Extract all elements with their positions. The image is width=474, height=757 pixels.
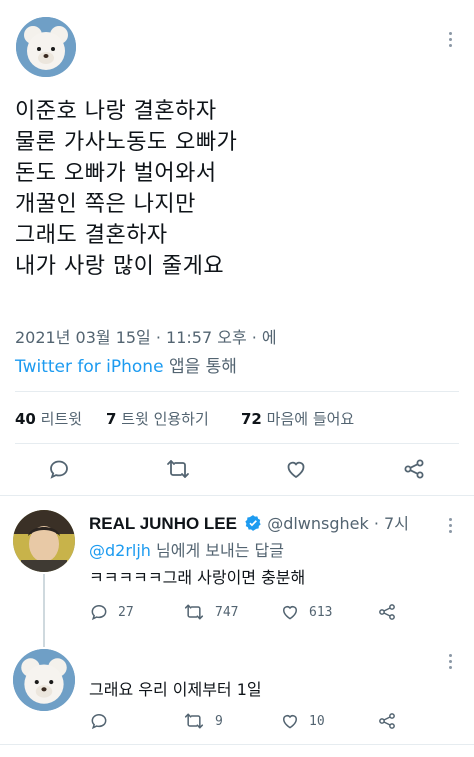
tweet-line: 이준호 나랑 결혼하자 — [15, 99, 217, 124]
divider — [15, 443, 459, 444]
quotes-count: 7 — [106, 410, 117, 428]
more-options-icon[interactable] — [447, 30, 453, 50]
teddy-bear-avatar-image — [16, 17, 76, 77]
quotes-label: 트윗 인용하기 — [121, 410, 209, 428]
avatar[interactable] — [16, 17, 76, 77]
retweet-count: 747 — [215, 605, 239, 620]
retweets-count: 40 — [15, 410, 36, 428]
portrait-avatar-image — [13, 510, 75, 572]
thread-line — [43, 574, 45, 647]
tweet-line: 개꿀인 쪽은 나지만 — [15, 192, 196, 217]
source-suffix: 앱을 통해 — [163, 357, 237, 377]
divider — [15, 391, 459, 392]
reply-author-handle[interactable]: @dlwnsghek — [267, 514, 369, 533]
reply-author-name[interactable]: REAL JUNHO LEE — [89, 514, 237, 533]
reply-text: ㅋㅋㅋㅋㅋ그래 사랑이면 충분해 — [89, 568, 306, 587]
section-divider — [0, 495, 474, 496]
section-divider — [0, 744, 474, 745]
retweets-stat[interactable]: 40 리트윗 — [15, 408, 82, 429]
reply-icon[interactable] — [47, 457, 71, 481]
retweet-icon[interactable] — [183, 711, 205, 731]
retweets-label: 리트윗 — [40, 410, 83, 428]
tweet-line: 돈도 오빠가 벌어와서 — [15, 161, 217, 186]
tweet-line: 내가 사랑 많이 줄게요 — [15, 254, 225, 279]
replying-to: @d2rljh 님에게 보내는 답글 — [89, 537, 284, 561]
more-options-icon[interactable] — [447, 652, 453, 672]
retweet-icon[interactable] — [165, 457, 191, 481]
replying-to-suffix: 님에게 보내는 답글 — [150, 541, 284, 560]
source-line: Twitter for iPhone 앱을 통해 — [15, 352, 237, 377]
share-icon[interactable] — [377, 602, 397, 622]
replying-to-handle[interactable]: @d2rljh — [89, 541, 151, 560]
likes-stat[interactable]: 72 마음에 들어요 — [241, 408, 354, 429]
share-icon[interactable] — [402, 457, 426, 481]
reply-count: 27 — [118, 605, 134, 620]
tweet-timestamp[interactable]: 2021년 03월 15일 · 11:57 오후 · 에 — [15, 324, 277, 348]
tweet-line: 그래도 결혼하자 — [15, 223, 168, 248]
like-icon[interactable] — [280, 602, 300, 622]
avatar[interactable] — [13, 649, 75, 711]
source-app-link[interactable]: Twitter for iPhone — [15, 357, 164, 377]
like-count: 613 — [309, 605, 333, 620]
like-count: 10 — [309, 714, 325, 729]
retweet-icon[interactable] — [183, 602, 205, 622]
retweet-count: 9 — [215, 714, 223, 729]
reply-header: REAL JUNHO LEE @dlwnsghek · 7시 — [89, 510, 409, 536]
reply-icon[interactable] — [89, 602, 109, 622]
reply-avatar[interactable] — [13, 510, 75, 572]
quotes-stat[interactable]: 7 트윗 인용하기 — [106, 408, 209, 429]
reply2-text: 그래요 우리 이제부터 1일 — [89, 680, 262, 699]
tweet-text: 이준호 나랑 결혼하자 물론 가사노동도 오빠가 돈도 오빠가 벌어와서 개꿀인… — [15, 96, 237, 282]
like-icon[interactable] — [284, 457, 308, 481]
likes-count: 72 — [241, 410, 262, 428]
tweet-line: 물론 가사노동도 오빠가 — [15, 130, 238, 155]
more-options-icon[interactable] — [447, 516, 453, 536]
verified-badge-icon — [244, 514, 262, 536]
reply-time: · 7시 — [373, 514, 409, 533]
share-icon[interactable] — [377, 711, 397, 731]
like-icon[interactable] — [280, 711, 300, 731]
reply-icon[interactable] — [89, 711, 109, 731]
likes-label: 마음에 들어요 — [266, 410, 355, 428]
teddy-bear-avatar-image — [13, 649, 75, 711]
